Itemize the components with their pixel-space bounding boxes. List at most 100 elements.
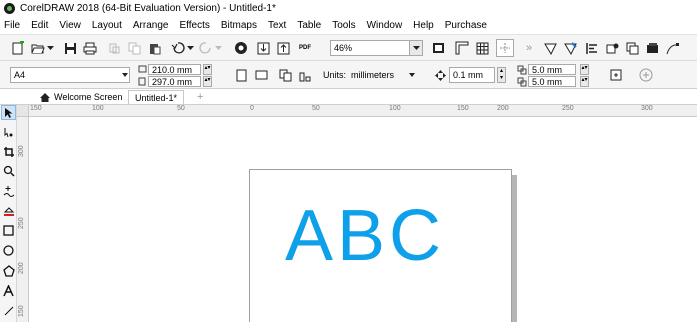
artistic-text-object[interactable]: ABC xyxy=(285,196,445,276)
snap-to-icon[interactable] xyxy=(496,39,514,57)
menu-bitmaps[interactable]: Bitmaps xyxy=(221,20,257,31)
undo-icon[interactable] xyxy=(170,40,186,56)
publish-pdf-icon[interactable]: PDF xyxy=(296,39,314,57)
smart-fill-tool-icon[interactable] xyxy=(1,203,16,218)
zoom-tool-icon[interactable] xyxy=(1,163,16,178)
align-distribute-icon[interactable] xyxy=(584,40,600,56)
units-chevron-icon[interactable] xyxy=(409,73,415,77)
menu-layout[interactable]: Layout xyxy=(92,20,122,31)
menu-effects[interactable]: Effects xyxy=(179,20,209,31)
nudge-distance-input[interactable]: 0.1 mm xyxy=(449,67,495,83)
zoom-dropdown-chevron-icon[interactable] xyxy=(410,40,423,56)
duplicate-x-input[interactable]: 5.0 mm xyxy=(528,64,576,75)
redo-icon[interactable] xyxy=(198,40,214,56)
ruler-h-label: 50 xyxy=(177,105,185,112)
page-height-input[interactable]: 297.0 mm xyxy=(148,76,201,87)
show-rulers-icon[interactable] xyxy=(454,40,470,56)
save-icon[interactable] xyxy=(62,40,78,56)
units-select[interactable]: millimeters xyxy=(348,67,415,83)
search-content-icon[interactable] xyxy=(233,40,249,56)
rectangle-tool-icon[interactable] xyxy=(1,223,16,238)
pick-tool-icon[interactable] xyxy=(1,105,16,120)
menu-bar: File Edit View Layout Arrange Effects Bi… xyxy=(0,17,697,34)
export-icon[interactable] xyxy=(275,40,291,56)
duplicate-y-spinner[interactable]: ▴▾ xyxy=(580,76,589,87)
ruler-h-label: 0 xyxy=(250,105,254,112)
zoom-level-select[interactable]: 46% xyxy=(330,40,410,56)
page-width-spinner[interactable]: ▴▾ xyxy=(203,64,212,75)
application-launcher-icon[interactable] xyxy=(562,40,578,56)
ellipse-tool-icon[interactable] xyxy=(1,243,16,258)
new-document-icon[interactable] xyxy=(10,40,26,56)
all-pages-icon[interactable] xyxy=(277,67,293,83)
paste-icon[interactable] xyxy=(146,40,162,56)
menu-edit[interactable]: Edit xyxy=(31,20,48,31)
page-width-input[interactable]: 210.0 mm xyxy=(148,64,201,75)
page-size-select[interactable]: A4 xyxy=(10,67,130,83)
crop-tool-icon[interactable] xyxy=(1,144,16,159)
nudge-distance-value: 0.1 mm xyxy=(453,70,484,80)
copy-icon[interactable] xyxy=(126,40,142,56)
title-bar: CorelDRAW 2018 (64-Bit Evaluation Versio… xyxy=(0,0,697,17)
page-size-chevron-icon[interactable] xyxy=(122,73,128,77)
ruler-h-label: 50 xyxy=(312,105,320,112)
new-tab-button[interactable]: + xyxy=(197,90,203,104)
page-size-value: A4 xyxy=(14,70,26,80)
menu-file[interactable]: File xyxy=(4,20,20,31)
menu-table[interactable]: Table xyxy=(297,20,321,31)
full-screen-preview-icon[interactable] xyxy=(430,40,446,56)
ruler-h-label: 100 xyxy=(389,105,401,112)
page-height-value: 297.0 mm xyxy=(152,76,193,87)
document-tab-bar: Welcome Screen Untitled-1* + xyxy=(0,89,697,105)
duplicate-y-input[interactable]: 5.0 mm xyxy=(528,76,576,87)
toolbar-overflow-chevrons-icon[interactable]: » xyxy=(522,40,536,56)
treat-as-filled-icon[interactable] xyxy=(608,67,624,83)
menu-tools[interactable]: Tools xyxy=(332,20,355,31)
page-height-spinner[interactable]: ▴▾ xyxy=(203,76,212,87)
duplicate-x-spinner[interactable]: ▴▾ xyxy=(580,64,589,75)
polygon-tool-icon[interactable] xyxy=(1,263,16,278)
tab-untitled-label: Untitled-1* xyxy=(135,92,178,103)
ruler-origin-corner[interactable] xyxy=(17,105,29,117)
corel-connect-icon[interactable] xyxy=(624,40,640,56)
welcome-screen-icon[interactable] xyxy=(542,40,558,56)
redo-dropdown-chevron-icon[interactable] xyxy=(214,42,222,54)
tab-welcome-label: Welcome Screen xyxy=(54,92,123,102)
shape-tool-icon[interactable] xyxy=(1,125,16,140)
menu-window[interactable]: Window xyxy=(367,20,403,31)
open-folder-icon[interactable] xyxy=(30,40,46,56)
open-dropdown-chevron-icon[interactable] xyxy=(46,42,54,54)
menu-arrange[interactable]: Arrange xyxy=(133,20,169,31)
show-grid-icon[interactable] xyxy=(474,40,490,56)
page-width-icon xyxy=(137,64,147,74)
nudge-distance-icon xyxy=(432,67,448,83)
node-edit-curve-icon[interactable] xyxy=(664,40,680,56)
menu-text[interactable]: Text xyxy=(268,20,286,31)
menu-help[interactable]: Help xyxy=(413,20,434,31)
coreldraw-logo-icon xyxy=(4,3,15,14)
landscape-orientation-icon[interactable] xyxy=(253,67,269,83)
vertical-ruler[interactable]: 300 250 200 150 xyxy=(17,117,29,322)
menu-purchase[interactable]: Purchase xyxy=(445,20,487,31)
undo-dropdown-chevron-icon[interactable] xyxy=(186,42,194,54)
units-label: Units: xyxy=(323,70,347,80)
horizontal-ruler[interactable]: 150 100 50 0 50 100 150 200 250 300 xyxy=(17,105,697,117)
nudge-distance-spinner[interactable]: ▴ ▾ xyxy=(497,67,506,83)
tab-welcome-screen[interactable]: Welcome Screen xyxy=(40,90,122,104)
ruler-h-label: 150 xyxy=(30,105,42,112)
import-icon[interactable] xyxy=(255,40,271,56)
object-manager-icon[interactable] xyxy=(644,40,660,56)
duplicate-x-icon xyxy=(516,64,527,75)
print-icon[interactable] xyxy=(82,40,98,56)
ruler-h-label: 150 xyxy=(457,105,469,112)
parallel-dimension-tool-icon[interactable] xyxy=(1,303,16,318)
menu-view[interactable]: View xyxy=(59,20,81,31)
options-icon[interactable] xyxy=(604,40,620,56)
cut-icon[interactable] xyxy=(106,40,122,56)
freehand-tool-icon[interactable] xyxy=(1,183,16,198)
current-page-icon[interactable] xyxy=(297,67,313,83)
add-circle-icon[interactable] xyxy=(638,67,654,83)
tab-untitled-1[interactable]: Untitled-1* xyxy=(128,90,185,104)
portrait-orientation-icon[interactable] xyxy=(233,67,249,83)
text-tool-icon[interactable] xyxy=(1,283,16,298)
